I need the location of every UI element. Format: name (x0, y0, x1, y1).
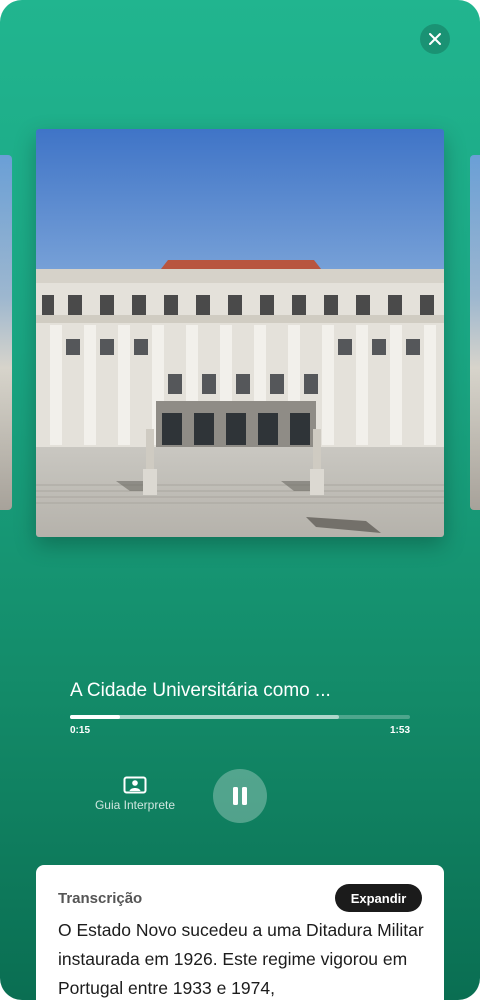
close-icon (429, 33, 441, 45)
guide-interpreter-label: Guia Interprete (94, 798, 176, 812)
total-time: 1:53 (389, 725, 410, 736)
pause-icon (233, 787, 247, 805)
transcript-title: Transcrição (58, 890, 143, 907)
close-button[interactable] (420, 24, 450, 54)
transcript-text: O Estado Novo sucedeu a uma Ditadura Mil… (58, 920, 424, 998)
track-title: A Cidade Universitária como ... (70, 680, 331, 701)
pause-button[interactable] (213, 769, 267, 823)
current-time: 0:15 (70, 725, 91, 736)
progress-played (70, 715, 120, 719)
next-image-card[interactable] (470, 155, 480, 510)
person-frame-icon (123, 776, 147, 794)
progress-bar[interactable] (70, 715, 410, 719)
previous-image-card[interactable] (0, 155, 12, 510)
audio-guide-screen: A Cidade Universitária como ... 0:15 1:5… (0, 0, 480, 1000)
expand-button[interactable]: Expandir (335, 884, 422, 912)
guide-interpreter-button[interactable]: Guia Interprete (84, 776, 186, 816)
building-photo (36, 129, 444, 537)
transcript-card: Transcrição Expandir O Estado Novo suced… (36, 865, 444, 1000)
